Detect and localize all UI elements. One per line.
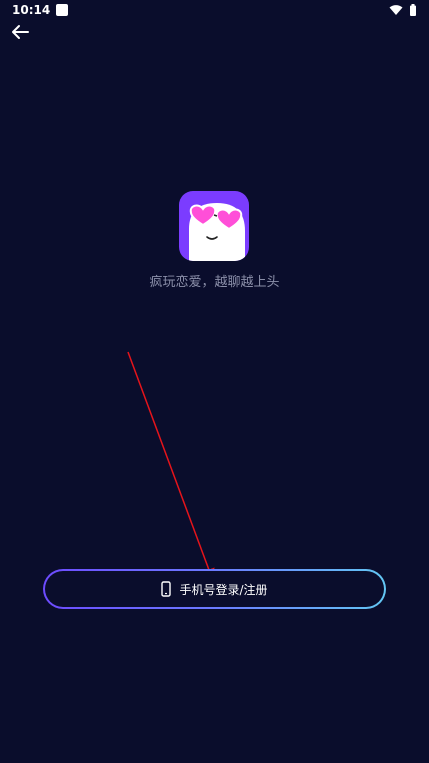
annotation-overlay (127, 351, 287, 607)
back-arrow-icon (12, 25, 29, 39)
phone-icon (161, 581, 172, 597)
phone-login-button[interactable]: 手机号登录/注册 (43, 569, 386, 609)
back-button[interactable] (8, 22, 32, 42)
notification-icon (56, 4, 69, 16)
status-right (389, 4, 417, 16)
battery-icon (410, 4, 416, 16)
phone-login-label: 手机号登录/注册 (179, 582, 268, 597)
annotation-arrow (127, 351, 215, 581)
status-left: 10:14 (12, 3, 69, 17)
tagline: 疯玩恋爱，越聊越上头 (149, 275, 280, 290)
status-time: 10:14 (12, 3, 51, 17)
wifi-icon (389, 5, 403, 15)
status-bar: 10:14 (0, 0, 429, 20)
ghost-heart-glasses-logo (179, 191, 249, 261)
app-logo (179, 191, 249, 261)
